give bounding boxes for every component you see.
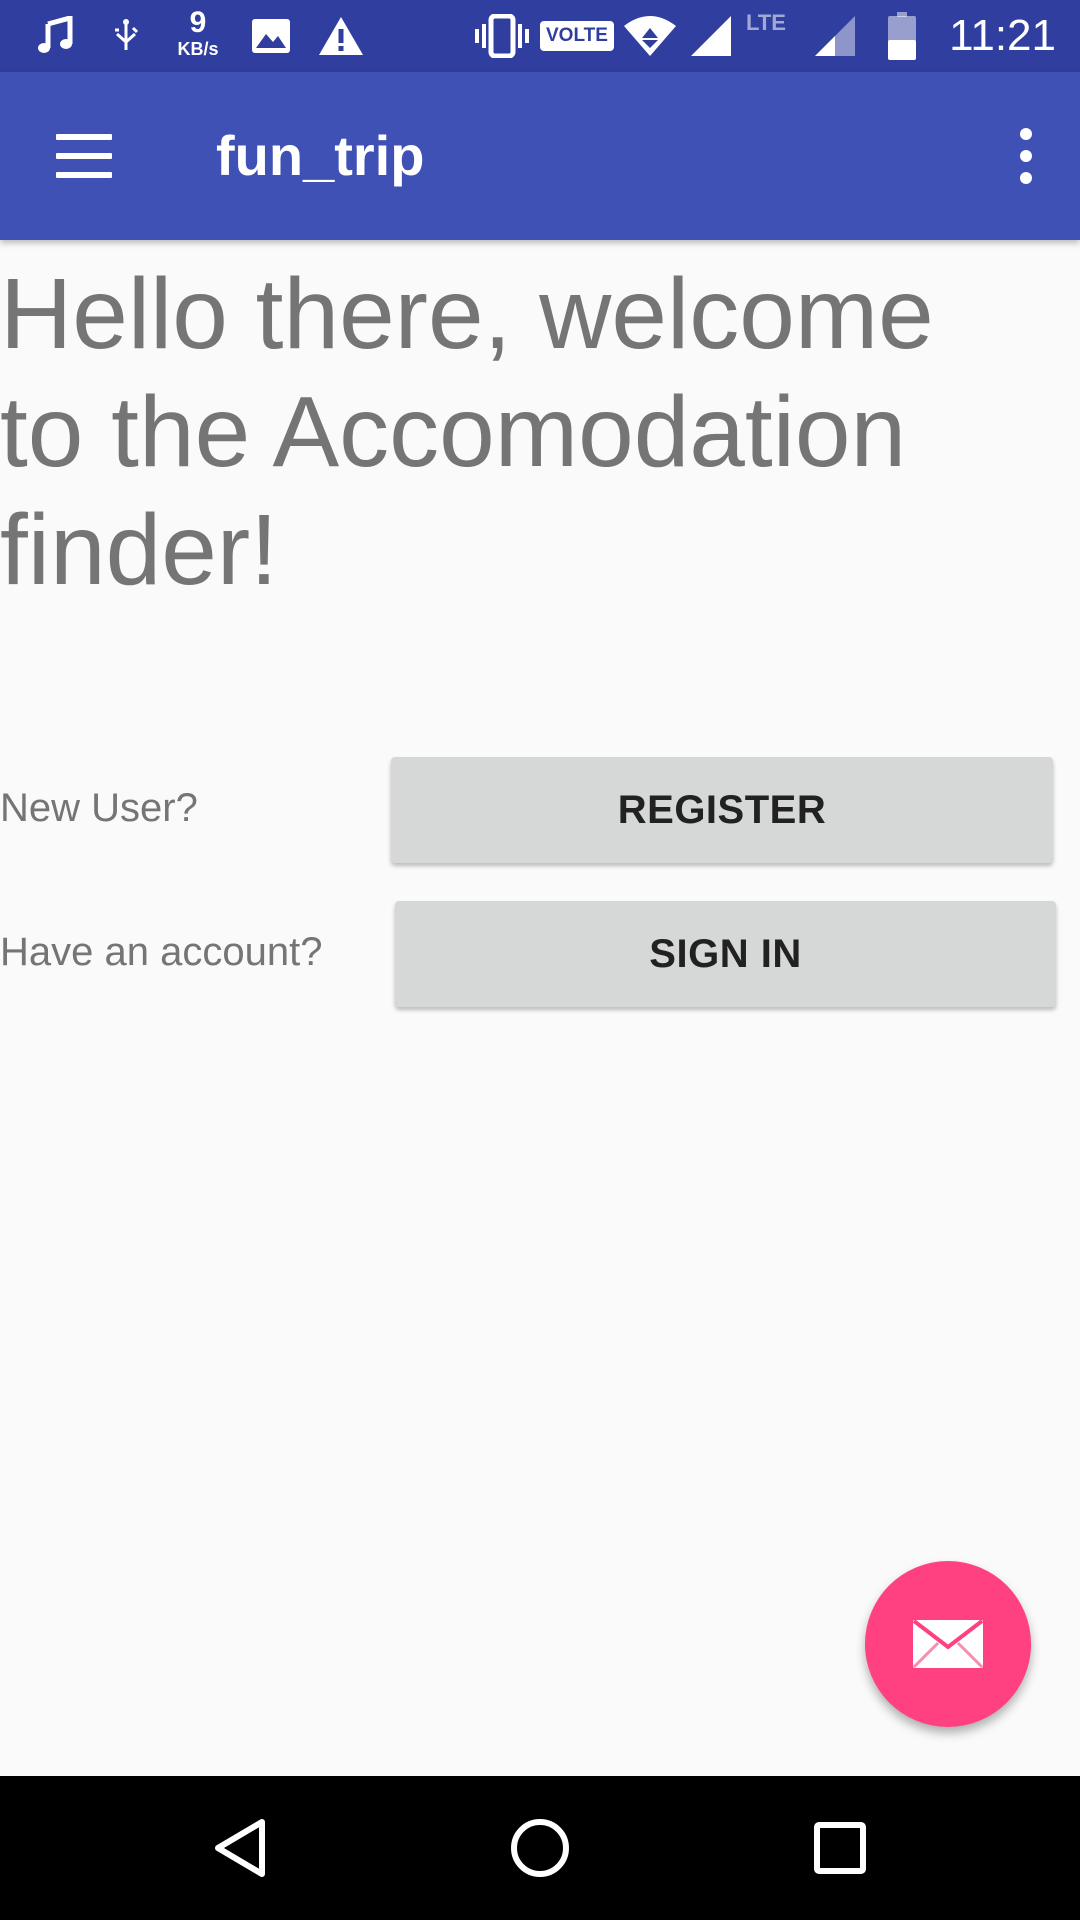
hamburger-menu-icon[interactable]: [56, 134, 112, 178]
usb-debug-icon: [108, 0, 144, 72]
more-vert-icon[interactable]: [1002, 122, 1050, 190]
navigation-bar: [0, 1776, 1080, 1920]
warning-icon: [318, 0, 364, 72]
network-speed-value: 9: [189, 6, 207, 39]
status-bar: 9 KB/s VOLTE LTE 11:21: [0, 0, 1080, 72]
network-speed: 9 KB/s: [170, 6, 226, 59]
app-title: fun_trip: [216, 124, 425, 187]
have-account-label: Have an account?: [0, 930, 323, 974]
signal-weak-icon: [812, 0, 858, 72]
back-icon[interactable]: [172, 1776, 312, 1920]
home-icon[interactable]: [470, 1776, 610, 1920]
lte-label: LTE: [746, 10, 786, 35]
recents-icon[interactable]: [770, 1776, 910, 1920]
mail-icon: [911, 1618, 985, 1670]
battery-icon: [886, 0, 918, 72]
app-bar: fun_trip: [0, 72, 1080, 240]
music-note-icon: [36, 0, 76, 72]
vibrate-icon: [474, 0, 530, 72]
new-user-label: New User?: [0, 786, 198, 830]
clock: 11:21: [949, 11, 1056, 60]
register-button[interactable]: REGISTER: [391, 757, 1053, 863]
signal-icon: [688, 0, 734, 72]
network-speed-unit: KB/s: [177, 39, 219, 59]
volte-badge: VOLTE: [540, 21, 614, 51]
sign-in-button[interactable]: SIGN IN: [395, 901, 1056, 1007]
wifi-icon: [622, 0, 678, 72]
welcome-heading: Hello there, welcome to the Accomodation…: [0, 258, 934, 606]
screen: 9 KB/s VOLTE LTE 11:21 fun_trip Hello th…: [0, 0, 1080, 1920]
mail-fab-button[interactable]: [865, 1561, 1031, 1727]
image-icon: [250, 0, 292, 72]
